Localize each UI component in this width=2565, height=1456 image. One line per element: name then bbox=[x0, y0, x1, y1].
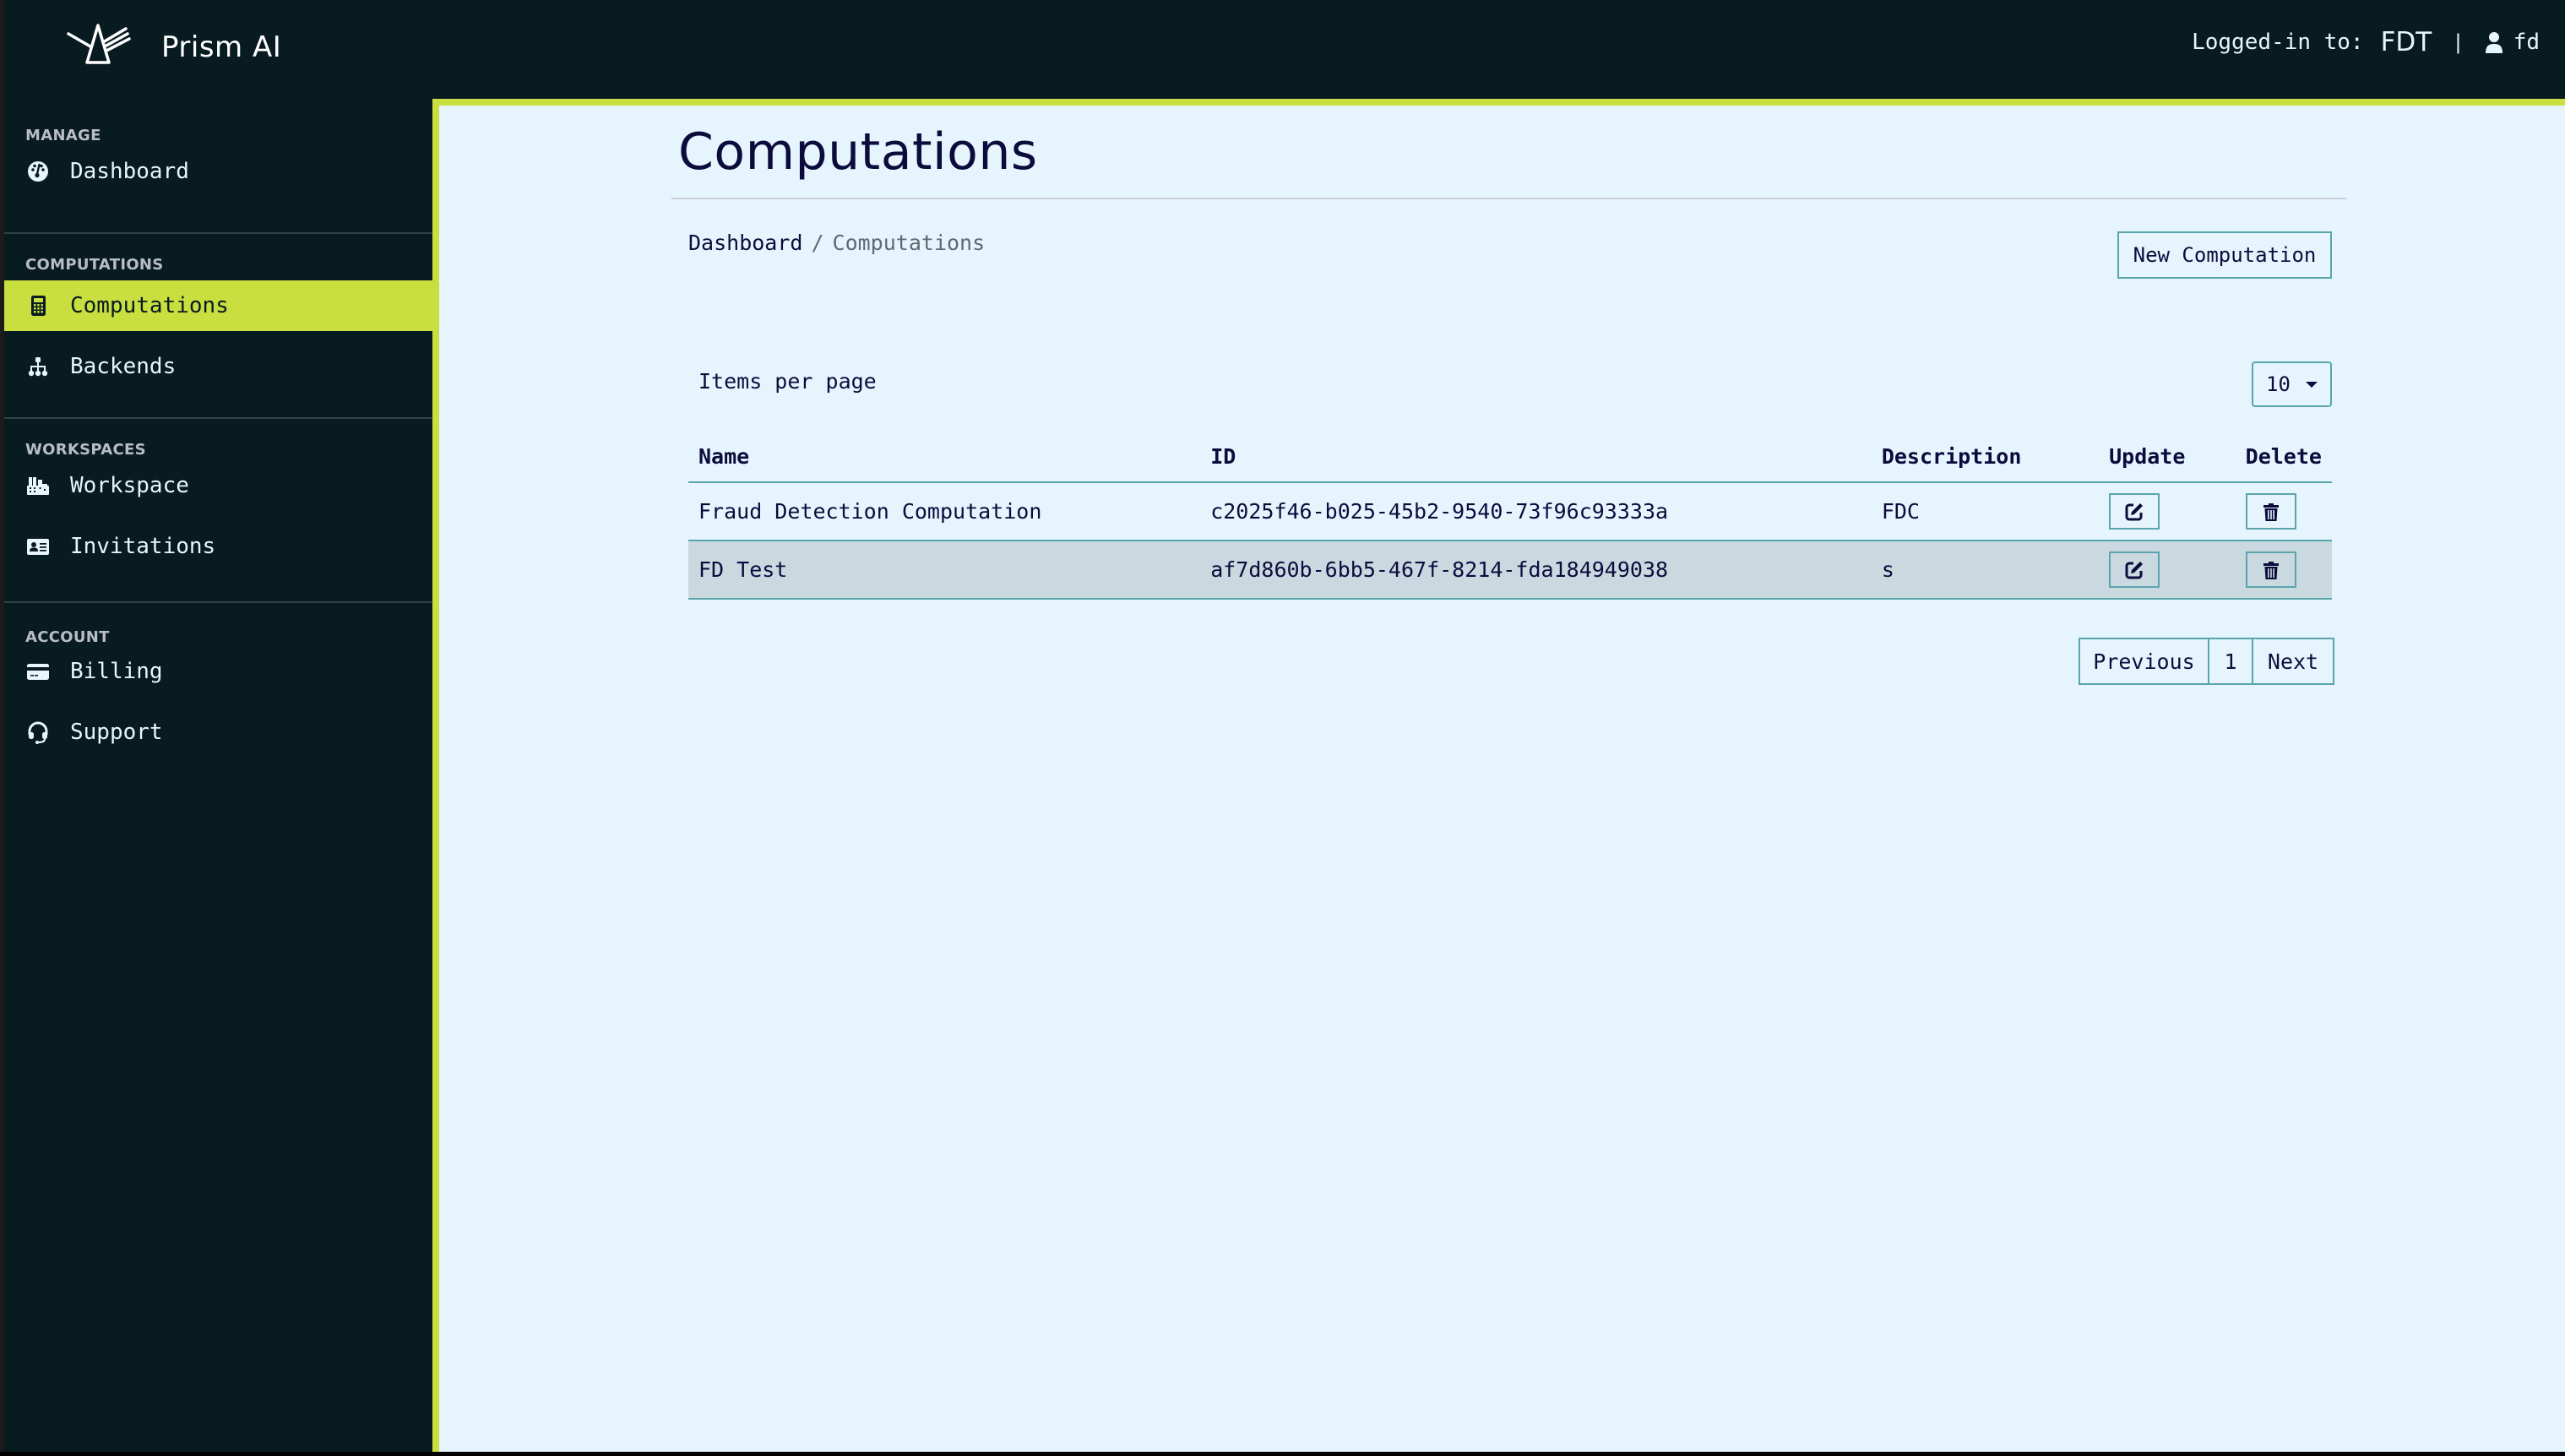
section-title: ACCOUNT bbox=[25, 628, 110, 646]
session-info: Logged-in to: FDT | fd bbox=[2192, 24, 2540, 61]
page-title: Computations bbox=[678, 122, 1038, 182]
sidebar: MANAGE Dashboard COMPUTATIONS Computatio… bbox=[4, 99, 432, 1452]
tenant-name: FDT bbox=[2380, 27, 2432, 57]
sidebar-section-computations: COMPUTATIONS Computations Backends bbox=[4, 234, 432, 419]
page-1-button[interactable]: 1 bbox=[2208, 638, 2253, 685]
sidebar-item-label: Billing bbox=[70, 659, 163, 684]
id-card-icon bbox=[25, 534, 51, 559]
sidebar-item-dashboard[interactable]: Dashboard bbox=[4, 146, 432, 197]
items-per-page-select[interactable]: 10 bbox=[2252, 361, 2332, 407]
main-content-frame: Computations Dashboard / Computations New … bbox=[432, 99, 2565, 1452]
title-divider bbox=[671, 198, 2346, 199]
caret-down-icon bbox=[2305, 381, 2318, 388]
computations-table: Name ID Description Update Delete Fraud … bbox=[688, 431, 2332, 600]
cell-name: FD Test bbox=[688, 541, 1201, 600]
brand-name: Prism AI bbox=[161, 30, 282, 64]
sidebar-section-manage: MANAGE Dashboard bbox=[4, 99, 432, 234]
window-frame-bottom bbox=[0, 1452, 2565, 1456]
sidebar-item-billing[interactable]: Billing bbox=[4, 646, 432, 697]
tachometer-icon bbox=[25, 159, 51, 184]
next-page-button[interactable]: Next bbox=[2252, 638, 2334, 685]
new-computation-button[interactable]: New Computation bbox=[2117, 231, 2332, 279]
column-header-delete: Delete bbox=[2235, 431, 2332, 483]
edit-icon bbox=[2125, 503, 2144, 520]
column-header-id: ID bbox=[1200, 431, 1872, 483]
brand[interactable]: Prism AI bbox=[65, 19, 281, 66]
breadcrumb-separator: / bbox=[811, 231, 824, 255]
logged-in-label: Logged-in to: bbox=[2192, 30, 2364, 55]
column-header-update: Update bbox=[2099, 431, 2236, 483]
cell-update bbox=[2099, 482, 2236, 541]
cell-delete bbox=[2235, 541, 2332, 600]
section-title: MANAGE bbox=[25, 127, 101, 144]
sidebar-item-label: Invitations bbox=[70, 534, 216, 559]
sidebar-item-backends[interactable]: Backends bbox=[4, 341, 432, 392]
cell-id: af7d860b-6bb5-467f-8214-fda184949038 bbox=[1200, 541, 1872, 600]
prism-logo-icon bbox=[67, 24, 131, 64]
cell-description: FDC bbox=[1871, 482, 2100, 541]
table-header-row: Name ID Description Update Delete bbox=[688, 431, 2332, 483]
header-separator: | bbox=[2452, 30, 2464, 54]
previous-page-button[interactable]: Previous bbox=[2079, 638, 2209, 685]
sidebar-section-workspaces: WORKSPACES Workspace Invitations bbox=[4, 419, 432, 603]
sidebar-item-label: Workspace bbox=[70, 473, 189, 498]
delete-button[interactable] bbox=[2245, 493, 2296, 530]
main-content: Computations Dashboard / Computations New … bbox=[439, 106, 2565, 1452]
update-button[interactable] bbox=[2109, 493, 2160, 530]
cell-update bbox=[2099, 541, 2236, 600]
sitemap-icon bbox=[25, 354, 51, 379]
sidebar-item-label: Backends bbox=[70, 354, 177, 379]
top-navbar: Prism AI Logged-in to: FDT | fd bbox=[4, 0, 2565, 99]
cell-description: s bbox=[1871, 541, 2100, 600]
cell-id: c2025f46-b025-45b2-9540-73f96c93333a bbox=[1200, 482, 1872, 541]
sidebar-item-workspace[interactable]: Workspace bbox=[4, 460, 432, 511]
breadcrumb-dashboard-link[interactable]: Dashboard bbox=[688, 231, 802, 255]
sidebar-section-account: ACCOUNT Billing Support bbox=[4, 603, 432, 758]
table-row: FD Test af7d860b-6bb5-467f-8214-fda18494… bbox=[688, 541, 2332, 600]
breadcrumb: Dashboard / Computations bbox=[688, 231, 985, 255]
headset-icon bbox=[25, 720, 51, 745]
delete-button[interactable] bbox=[2245, 551, 2296, 588]
building-icon bbox=[25, 473, 51, 498]
trash-icon bbox=[2263, 561, 2279, 579]
items-per-page-value: 10 bbox=[2266, 372, 2291, 396]
section-title: WORKSPACES bbox=[25, 441, 146, 459]
credit-card-icon bbox=[25, 659, 51, 684]
sidebar-item-label: Computations bbox=[70, 293, 229, 318]
sidebar-item-invitations[interactable]: Invitations bbox=[4, 521, 432, 572]
sidebar-item-computations[interactable]: Computations bbox=[4, 280, 432, 331]
user-icon bbox=[2485, 32, 2503, 53]
username-link[interactable]: fd bbox=[2513, 30, 2540, 55]
pagination: Previous 1 Next bbox=[2079, 638, 2334, 685]
sidebar-item-support[interactable]: Support bbox=[4, 707, 432, 758]
sidebar-item-label: Dashboard bbox=[70, 159, 189, 184]
edit-icon bbox=[2125, 561, 2144, 579]
cell-name: Fraud Detection Computation bbox=[688, 482, 1201, 541]
trash-icon bbox=[2263, 503, 2279, 521]
update-button[interactable] bbox=[2109, 551, 2160, 588]
cell-delete bbox=[2235, 482, 2332, 541]
column-header-name: Name bbox=[688, 431, 1201, 483]
calculator-icon bbox=[25, 293, 51, 318]
table-row: Fraud Detection Computation c2025f46-b02… bbox=[688, 482, 2332, 541]
app-window: Prism AI Logged-in to: FDT | fd MANAGE D… bbox=[4, 0, 2565, 1452]
breadcrumb-current: Computations bbox=[832, 231, 986, 255]
section-title: COMPUTATIONS bbox=[25, 256, 164, 274]
items-per-page-label: Items per page bbox=[698, 369, 877, 394]
sidebar-item-label: Support bbox=[70, 720, 163, 745]
column-header-description: Description bbox=[1871, 431, 2100, 483]
